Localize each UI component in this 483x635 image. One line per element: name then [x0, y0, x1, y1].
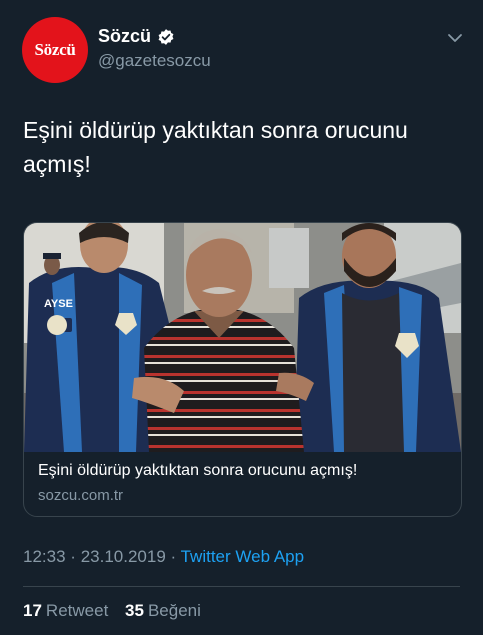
retweet-stat[interactable]: 17 Retweet	[23, 601, 120, 620]
tweet-source-app[interactable]: Twitter Web App	[181, 547, 304, 566]
verified-badge-icon	[158, 28, 174, 45]
retweet-count: 17	[23, 601, 42, 620]
meta-separator: ·	[70, 547, 76, 566]
like-stat[interactable]: 35 Beğeni	[125, 601, 213, 620]
chevron-down-icon[interactable]	[447, 30, 463, 46]
tweet-date[interactable]: 23.10.2019	[81, 547, 166, 566]
like-label: Beğeni	[147, 601, 201, 620]
account-name-row[interactable]: Sözcü	[98, 26, 175, 47]
avatar-logo-text: Sözcü	[34, 40, 76, 59]
display-name[interactable]: Sözcü	[98, 26, 151, 47]
vest-label-text: AYSE	[44, 298, 73, 310]
card-image[interactable]: AYSE	[24, 223, 461, 452]
tweet-text: Eşini öldürüp yaktıktan sonra orucunu aç…	[23, 117, 408, 177]
like-count: 35	[125, 601, 144, 620]
meta-separator: ·	[170, 547, 177, 566]
retweet-label: Retweet	[45, 601, 109, 620]
engagement-stats: 17 Retweet 35 Beğeni	[23, 601, 213, 621]
account-handle[interactable]: @gazetesozcu	[98, 51, 211, 71]
card-domain[interactable]: sozcu.com.tr	[38, 487, 123, 504]
tweet-meta: 12:33 · 23.10.2019 · Twitter Web App	[23, 547, 304, 567]
link-card[interactable]: AYSE Eşini öldürüp yaktıktan sonra orucu…	[23, 222, 462, 517]
avatar[interactable]: Sözcü	[22, 17, 88, 83]
card-title[interactable]: Eşini öldürüp yaktıktan sonra orucunu aç…	[38, 462, 357, 480]
divider	[23, 586, 460, 587]
tweet-time[interactable]: 12:33	[23, 547, 66, 566]
